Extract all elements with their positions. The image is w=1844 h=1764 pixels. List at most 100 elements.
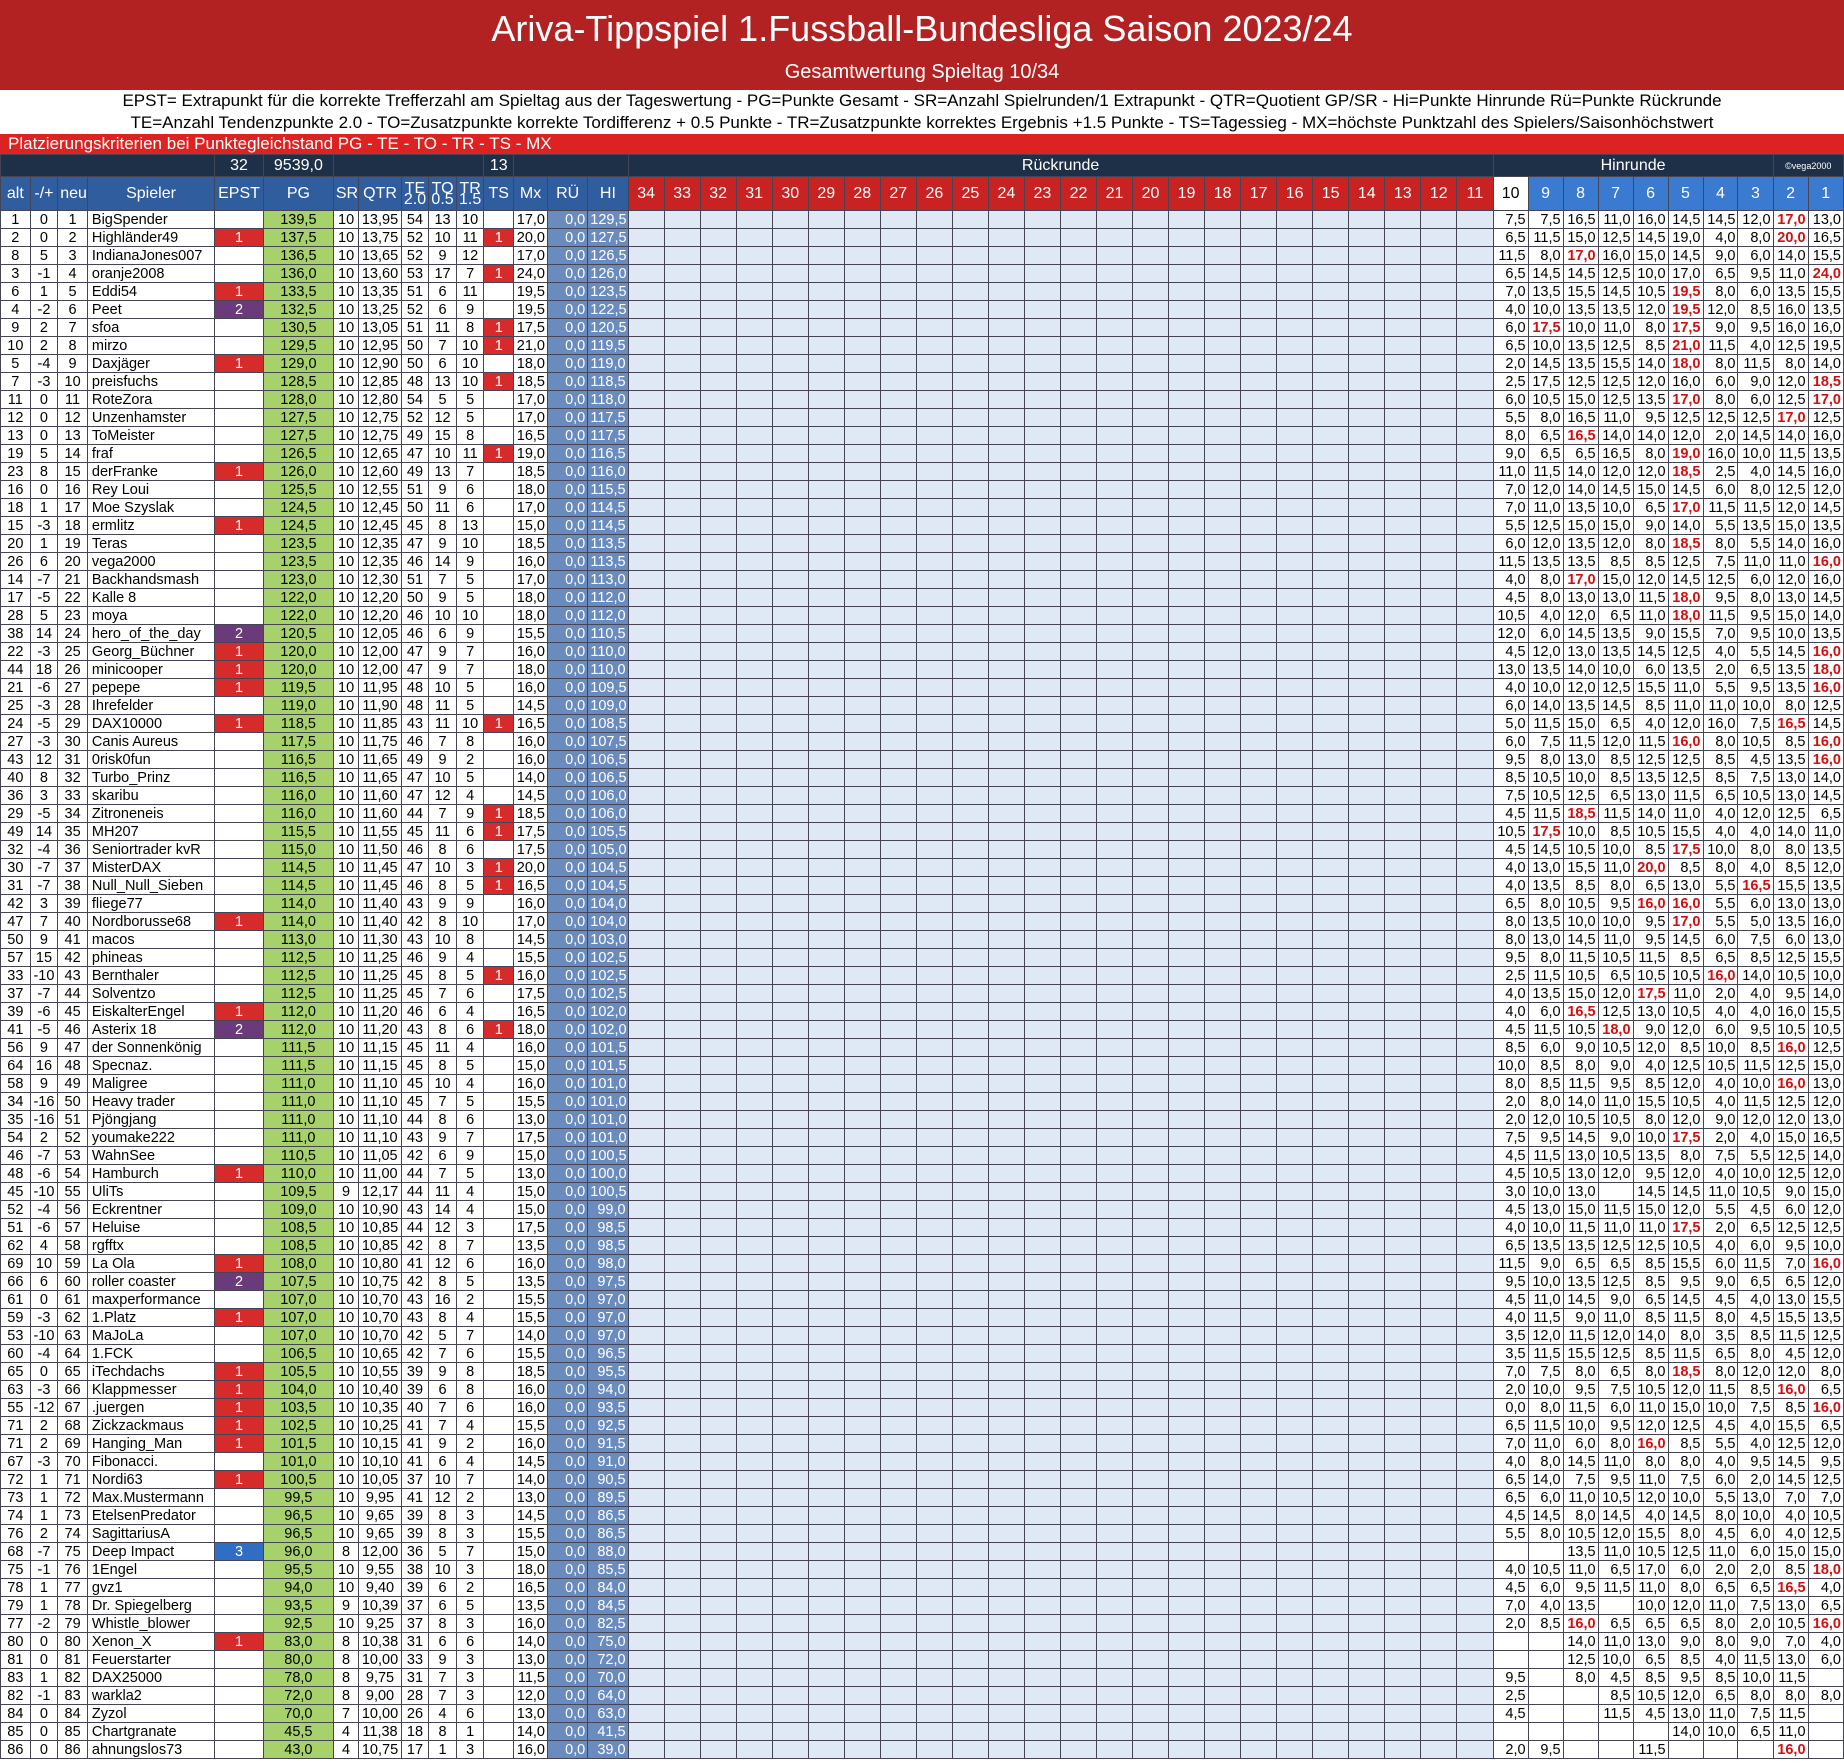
cell-te: 46	[400, 606, 430, 625]
cell-hi: 117,5	[587, 408, 629, 427]
cell-day-empty	[1204, 462, 1242, 481]
cell-day-empty	[627, 1488, 665, 1507]
cell-day-empty	[1023, 1686, 1061, 1705]
cell-epst	[214, 264, 264, 283]
cell-mx: 16,0	[513, 1038, 548, 1057]
cell-day-empty	[1384, 1200, 1422, 1219]
cell-day: 6,5	[1737, 660, 1774, 679]
cell-day: 10,0	[1737, 1074, 1774, 1093]
hinrunde-label: Hinrunde	[1492, 154, 1774, 177]
cell-day: 17,5	[1527, 318, 1564, 337]
cell-day-empty	[1384, 1164, 1422, 1183]
cell-day-empty	[915, 732, 953, 751]
cell-day-empty	[771, 1506, 809, 1525]
cell-day: 6,5	[1632, 1650, 1669, 1669]
cell-mx: 18,5	[513, 462, 548, 481]
cell-day-empty	[915, 1182, 953, 1201]
cell-day-empty	[951, 1002, 989, 1021]
cell-day-empty	[1348, 372, 1386, 391]
cell-day-empty	[951, 1398, 989, 1417]
cell-day	[1597, 1596, 1634, 1615]
cell-day-empty	[1276, 912, 1314, 931]
cell-day: 5,5	[1737, 1146, 1774, 1165]
cell-day: 8,5	[1632, 1074, 1669, 1093]
cell-day: 9,5	[1702, 588, 1739, 607]
cell-diff: -7	[29, 1146, 59, 1165]
cell-epst	[214, 1290, 264, 1309]
cell-sr: 10	[332, 1362, 360, 1381]
standings-table: 32 9539,0 13 Rückrunde Hinrunde ©vega200…	[0, 154, 1844, 1759]
cell-day: 7,0	[1772, 1632, 1809, 1651]
cell-day-empty	[1168, 1416, 1206, 1435]
cell-alt: 83	[0, 1668, 31, 1687]
cell-sr: 8	[332, 1668, 360, 1687]
cell-te: 40	[400, 1398, 430, 1417]
cell-day-empty	[1456, 1668, 1494, 1687]
cell-sr: 10	[332, 282, 360, 301]
cell-to: 7	[428, 1398, 457, 1417]
cell-day-empty	[1348, 408, 1386, 427]
cell-day-empty	[807, 246, 845, 265]
cell-day-empty	[1168, 606, 1206, 625]
cell-ru: 0,0	[546, 1182, 589, 1201]
cell-day: 5,5	[1702, 1488, 1739, 1507]
cell-neu: 27	[57, 678, 88, 697]
cell-to: 13	[428, 462, 457, 481]
cell-day-empty	[807, 354, 845, 373]
cell-qtr: 9,75	[358, 1668, 402, 1687]
cell-day: 11,5	[1527, 714, 1564, 733]
cell-day-empty	[1095, 408, 1134, 427]
cell-day-empty	[951, 1470, 989, 1489]
cell-day: 11,5	[1702, 498, 1739, 517]
cell-day-empty	[915, 1722, 953, 1741]
cell-day: 13,5	[1562, 498, 1599, 517]
cell-tr: 7	[455, 1128, 485, 1147]
cell-day-empty	[1276, 786, 1314, 805]
cell-mx: 15,0	[513, 516, 548, 535]
cell-te: 43	[400, 894, 430, 913]
cell-day-empty	[1168, 426, 1206, 445]
cell-day-empty	[879, 462, 917, 481]
cell-day: 13,0	[1807, 930, 1844, 949]
cell-qtr: 11,15	[358, 1038, 402, 1057]
cell-day: 13,5	[1807, 300, 1844, 319]
cell-alt: 32	[0, 840, 31, 859]
cell-day-empty	[1168, 462, 1206, 481]
cell-qtr: 12,45	[358, 516, 402, 535]
cell-diff: 15	[29, 948, 59, 967]
cell-te: 37	[400, 1596, 430, 1615]
cell-day-empty	[1240, 228, 1278, 247]
cell-day: 16,0	[1807, 732, 1844, 751]
col-spieler: Spieler	[86, 176, 216, 211]
cell-day-empty	[1240, 1560, 1278, 1579]
cell-hi: 112,0	[587, 588, 629, 607]
cell-diff: 7	[29, 912, 59, 931]
cell-day: 12,0	[1807, 1434, 1844, 1453]
cell-diff: 0	[29, 1632, 59, 1651]
cell-day-empty	[1132, 1506, 1170, 1525]
cell-day-empty	[1204, 1020, 1242, 1039]
cell-pg: 92,5	[262, 1614, 334, 1633]
cell-epst	[214, 606, 264, 625]
cell-day-empty	[1312, 1578, 1350, 1597]
cell-day: 6,0	[1702, 930, 1739, 949]
cell-ts	[483, 642, 515, 661]
cell-day-empty	[1168, 390, 1206, 409]
cell-ru: 0,0	[546, 318, 589, 337]
cell-day: 6,0	[1737, 570, 1774, 589]
cell-day-empty	[987, 768, 1025, 787]
cell-hi: 97,5	[587, 1272, 629, 1291]
cell-day: 16,0	[1632, 1434, 1669, 1453]
cell-to: 8	[428, 1236, 457, 1255]
cell-day-empty	[1023, 246, 1061, 265]
cell-day: 8,0	[1737, 840, 1774, 859]
cell-day-empty	[1132, 1020, 1170, 1039]
cell-day-empty	[1132, 264, 1170, 283]
cell-day-empty	[663, 1110, 701, 1129]
cell-day-empty	[1240, 1434, 1278, 1453]
cell-te: 39	[400, 1362, 430, 1381]
cell-day-empty	[1420, 930, 1458, 949]
cell-day-empty	[1384, 1578, 1422, 1597]
cell-day: 8,0	[1702, 858, 1739, 877]
cell-day-empty	[1348, 660, 1386, 679]
